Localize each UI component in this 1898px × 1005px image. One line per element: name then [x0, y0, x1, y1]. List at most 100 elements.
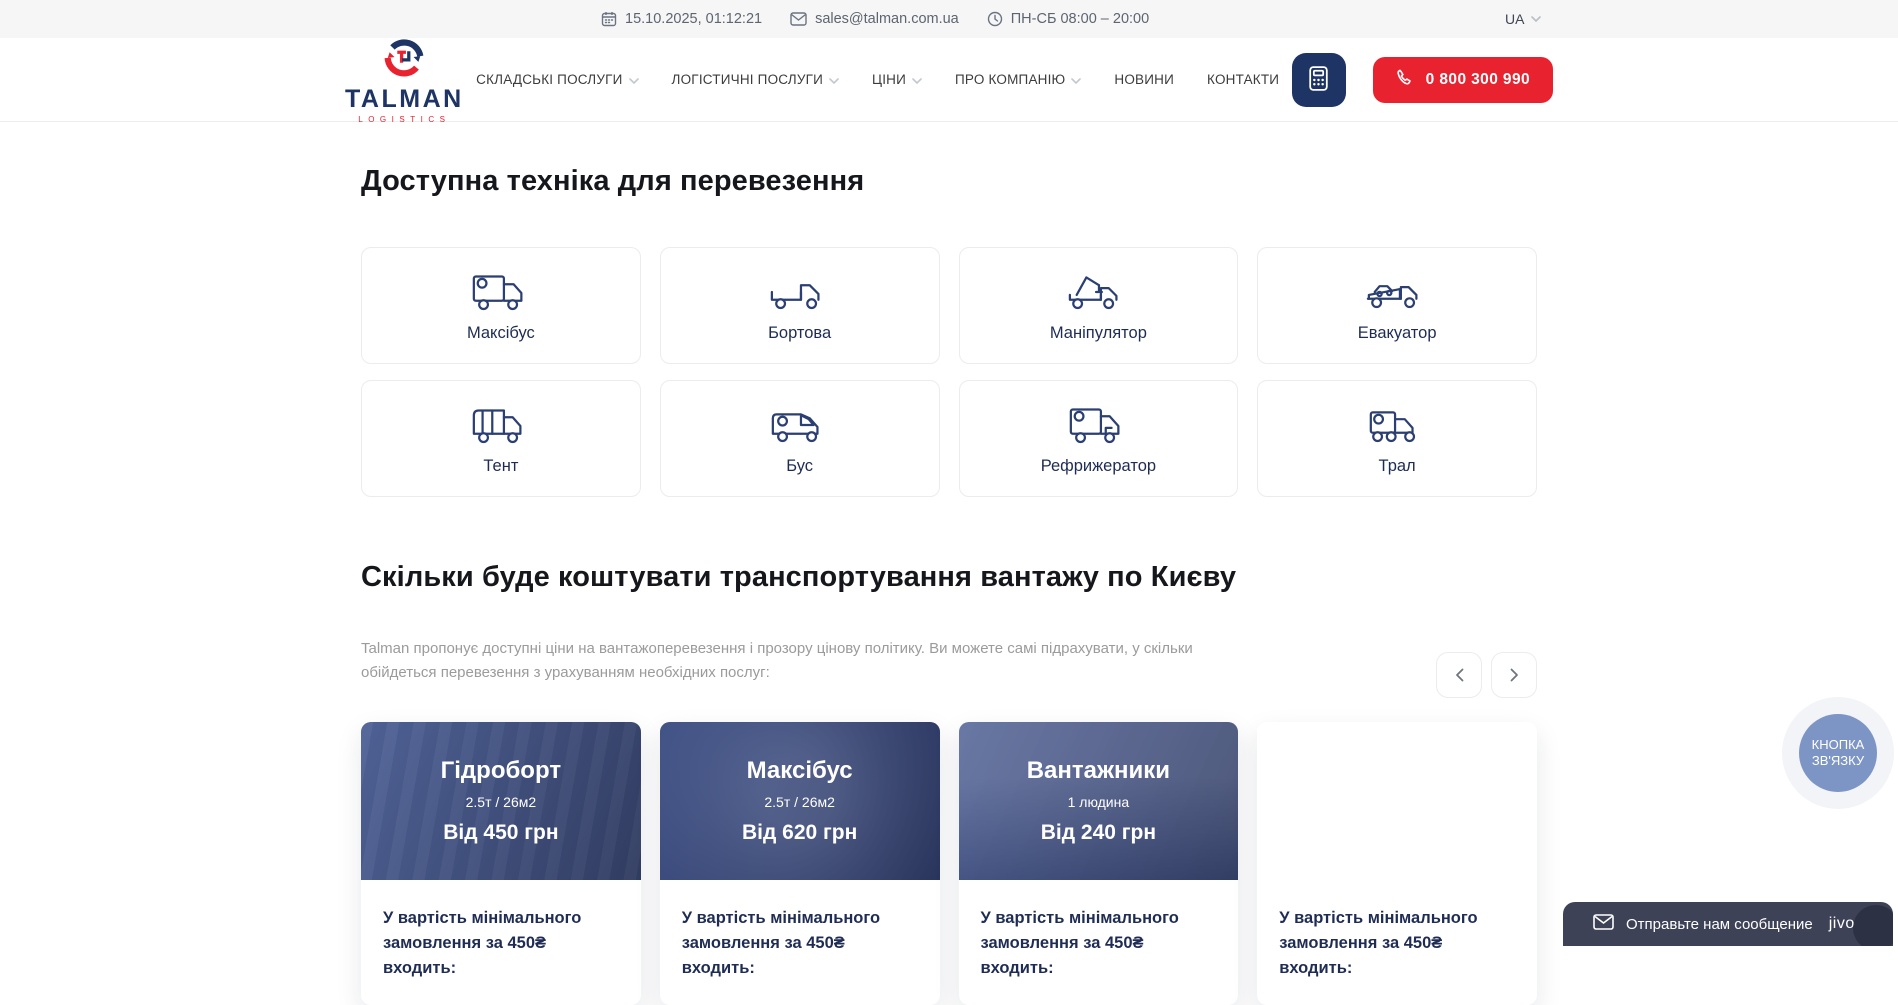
- chat-message: Отправьте нам сообщение: [1626, 916, 1813, 933]
- refrigerator-truck-icon: [1066, 402, 1130, 448]
- vehicle-card[interactable]: Евакуатор: [1257, 247, 1537, 364]
- price-card[interactable]: Вантажники 1 людина Від 240 грн У вартість …: [959, 722, 1239, 1005]
- nav-item-label: ЛОГІСТИЧНІ ПОСЛУГИ: [672, 72, 823, 87]
- tent-truck-icon: [469, 402, 533, 448]
- calendar-icon: [601, 11, 617, 27]
- working-hours: ПН-СБ 08:00 – 20:00: [987, 11, 1149, 27]
- email[interactable]: sales@talman.com.ua: [790, 11, 959, 27]
- nav-item-1[interactable]: ЛОГІСТИЧНІ ПОСЛУГИ: [672, 72, 839, 87]
- logo-tagline: LOGISTICS: [358, 115, 450, 124]
- topbar: 15.10.2025, 01:12:21 sales@talman.com.ua…: [0, 0, 1898, 38]
- nav-item-0[interactable]: СКЛАДСЬКІ ПОСЛУГИ: [476, 72, 638, 87]
- callback-label-line2: ЗВ'ЯЗКУ: [1812, 753, 1864, 768]
- main-nav: СКЛАДСЬКІ ПОСЛУГИ ЛОГІСТИЧНІ ПОСЛУГИ ЦІНИ П…: [476, 72, 1279, 87]
- datetime: 15.10.2025, 01:12:21: [601, 11, 762, 27]
- vehicles-title: Доступна техніка для перевезення: [361, 165, 1537, 198]
- vehicle-card[interactable]: Тент: [361, 380, 641, 497]
- price-card-photo: Вантажники 1 людина Від 240 грн: [959, 722, 1239, 880]
- chevron-down-icon: [829, 72, 839, 87]
- tow-truck-icon: [1365, 269, 1429, 315]
- price-card[interactable]: Причіп вантажний6т / 48м2Від 1400 грнУ в…: [1257, 722, 1537, 1005]
- vehicle-label: Маніпулятор: [1050, 324, 1147, 343]
- logo-emblem-icon: [381, 35, 427, 86]
- header-actions: 0 800 300 990: [1292, 53, 1553, 107]
- email-text[interactable]: sales@talman.com.ua: [815, 11, 959, 27]
- envelope-icon: [790, 12, 807, 26]
- chevron-down-icon: [629, 72, 639, 87]
- vehicle-card[interactable]: Максібус: [361, 247, 641, 364]
- price-card-capacity: 2.5т / 26м2: [466, 794, 537, 810]
- price-card-capacity: 2.5т / 26м2: [764, 794, 835, 810]
- price-card[interactable]: Максібус 2.5т / 26м2 Від 620 грн У вартість…: [660, 722, 940, 1005]
- price-card-title: Максібус: [747, 757, 853, 785]
- nav-item-label: КОНТАКТИ: [1207, 72, 1279, 87]
- price-card[interactable]: Гідроборт2.5т / 26м2Від 450 грнУ вартіст…: [361, 722, 641, 1005]
- vehicle-label: Бус: [786, 457, 813, 476]
- carousel-controls: [1436, 652, 1537, 698]
- nav-item-label: СКЛАДСЬКІ ПОСЛУГИ: [476, 72, 622, 87]
- price-card-price: Від 240 грн: [1041, 821, 1156, 845]
- trawl-truck-icon: [1365, 402, 1429, 448]
- price-card-note: У вартість мінімального замовлення за 45…: [660, 880, 940, 1005]
- vehicle-card[interactable]: Трал: [1257, 380, 1537, 497]
- hours-text: ПН-СБ 08:00 – 20:00: [1011, 11, 1149, 27]
- nav-item-4[interactable]: НОВИНИ: [1114, 72, 1174, 87]
- ukraine-flag-icon: [1478, 12, 1498, 26]
- price-card-title: Причіп вантажний: [1289, 757, 1506, 785]
- nav-item-5[interactable]: КОНТАКТИ: [1207, 72, 1279, 87]
- nav-item-2[interactable]: ЦІНИ: [872, 72, 922, 87]
- vehicle-label: Трал: [1379, 457, 1416, 476]
- header: TALMAN LOGISTICS СКЛАДСЬКІ ПОСЛУГИ ЛОГІСТ…: [0, 38, 1898, 122]
- jivo-logo: jivo: [1829, 915, 1855, 933]
- price-card-price: Від 620 грн: [742, 821, 857, 845]
- calculator-icon: [1305, 65, 1332, 95]
- phone-number: 0 800 300 990: [1426, 71, 1530, 89]
- vehicle-card[interactable]: Рефрижератор: [959, 380, 1239, 497]
- price-card-price: Від 450 грн: [443, 821, 558, 845]
- nav-item-label: ПРО КОМПАНІЮ: [955, 72, 1065, 87]
- pricing-title: Скільки буде коштувати транспортування в…: [361, 561, 1537, 594]
- logo-wordmark: TALMAN: [345, 87, 464, 112]
- callback-button[interactable]: КНОПКА ЗВ'ЯЗКУ: [1799, 714, 1877, 792]
- topbar-info: 15.10.2025, 01:12:21 sales@talman.com.ua…: [601, 0, 1149, 38]
- vehicles-section: Доступна техніка для перевезення Максібу…: [361, 165, 1537, 497]
- pricing-section: Скільки буде коштувати транспортування в…: [361, 561, 1537, 1005]
- vehicle-card[interactable]: Бус: [660, 380, 940, 497]
- box-truck-icon: [469, 269, 533, 315]
- price-card-capacity: 1 людина: [1068, 794, 1130, 810]
- nav-item-label: НОВИНИ: [1114, 72, 1174, 87]
- vehicle-card[interactable]: Маніпулятор: [959, 247, 1239, 364]
- chevron-down-icon: [1531, 16, 1541, 22]
- price-card-note: У вартість мінімального замовлення за 45…: [959, 880, 1239, 1005]
- price-card-title: Гідроборт: [441, 757, 561, 785]
- price-card-title: Вантажники: [1027, 757, 1170, 785]
- price-card-photo: Причіп вантажний6т / 48м2Від 1400 грн: [1257, 722, 1537, 880]
- chevron-right-icon: [1510, 668, 1519, 682]
- phone-icon: [1396, 68, 1415, 92]
- datetime-text: 15.10.2025, 01:12:21: [625, 11, 762, 27]
- calculator-button[interactable]: [1292, 53, 1346, 107]
- price-card-photo: Гідроборт 2.5т / 26м2 Від 450 грн: [361, 722, 641, 880]
- logo[interactable]: TALMAN LOGISTICS: [345, 35, 464, 124]
- callback-widget: КНОПКА ЗВ'ЯЗКУ: [1782, 697, 1894, 809]
- callback-label-line1: КНОПКА: [1812, 737, 1865, 752]
- carousel-prev-button[interactable]: [1436, 652, 1482, 698]
- vehicle-label: Евакуатор: [1358, 324, 1437, 343]
- van-icon: [768, 402, 832, 448]
- carousel-next-button[interactable]: [1491, 652, 1537, 698]
- vehicle-label: Бортова: [768, 324, 831, 343]
- crane-truck-icon: [1066, 269, 1130, 315]
- phone-button[interactable]: 0 800 300 990: [1373, 57, 1553, 103]
- language-code: UA: [1505, 11, 1524, 27]
- vehicle-label: Рефрижератор: [1041, 457, 1156, 476]
- chat-envelope-icon: [1593, 914, 1614, 935]
- pricing-description: Talman пропонує доступні ціни на вантажо…: [361, 637, 1266, 685]
- nav-item-3[interactable]: ПРО КОМПАНІЮ: [955, 72, 1081, 87]
- chevron-down-icon: [912, 72, 922, 87]
- vehicle-label: Тент: [483, 457, 518, 476]
- flatbed-truck-icon: [768, 269, 832, 315]
- price-card-capacity: 6т / 48м2: [1368, 794, 1427, 810]
- vehicle-card[interactable]: Бортова: [660, 247, 940, 364]
- vehicle-label: Максібус: [467, 324, 535, 343]
- language-selector[interactable]: UA: [1478, 0, 1541, 38]
